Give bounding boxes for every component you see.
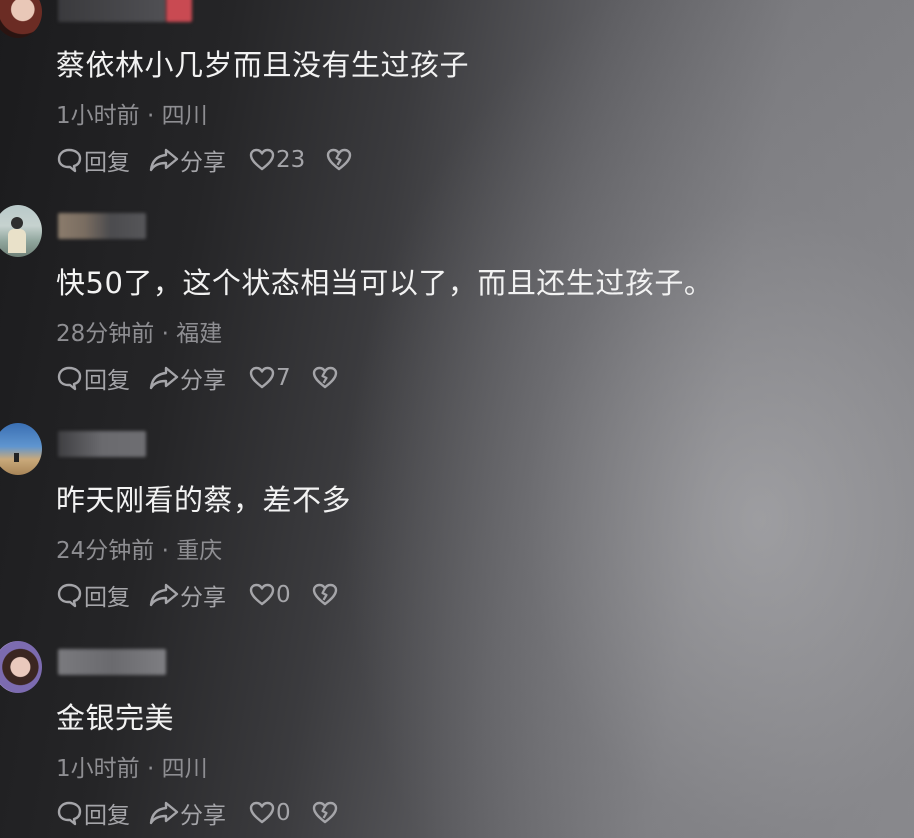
comment-meta: 28分钟前 · 福建 — [56, 314, 222, 348]
avatar[interactable] — [0, 423, 42, 475]
username-blurred[interactable] — [58, 431, 146, 457]
comment-item: 蔡依林小几岁而且没有生过孩子 1小时前 · 四川 回复 分享 23 — [0, 0, 914, 200]
comment-item: 金银完美 1小时前 · 四川 回复 分享 0 — [0, 636, 914, 836]
like-button[interactable]: 0 — [248, 800, 291, 826]
username-blurred[interactable] — [58, 649, 166, 675]
share-icon — [149, 801, 179, 825]
like-count: 0 — [276, 800, 291, 826]
reply-button[interactable]: 回复 — [56, 796, 130, 830]
like-count: 0 — [276, 582, 291, 608]
comment-text: 快50了，这个状态相当可以了，而且还生过孩子。 — [56, 266, 714, 300]
comment-meta: 24分钟前 · 重庆 — [56, 531, 222, 565]
meta-separator: · — [139, 756, 162, 782]
reply-button[interactable]: 回复 — [56, 578, 130, 612]
comment-time: 1小时前 — [56, 103, 140, 129]
broken-heart-icon — [312, 366, 337, 389]
share-label: 分享 — [180, 585, 226, 611]
comment-time: 28分钟前 — [56, 321, 155, 347]
reply-icon — [57, 366, 82, 391]
comment-time: 24分钟前 — [56, 538, 155, 564]
broken-heart-icon — [312, 583, 337, 606]
reply-icon — [57, 148, 82, 173]
comment-text: 昨天刚看的蔡，差不多 — [56, 483, 352, 517]
comment-actions: 回复 分享 7 — [56, 361, 339, 395]
share-button[interactable]: 分享 — [148, 361, 226, 395]
share-label: 分享 — [180, 368, 226, 394]
avatar[interactable] — [0, 641, 42, 693]
heart-icon — [249, 366, 275, 389]
share-label: 分享 — [180, 150, 226, 176]
share-icon — [149, 366, 179, 390]
dislike-button[interactable] — [325, 147, 353, 173]
meta-separator: · — [154, 321, 177, 347]
comment-location: 四川 — [161, 103, 208, 129]
comment-location: 重庆 — [176, 538, 223, 564]
username-blurred[interactable] — [58, 213, 146, 239]
avatar[interactable] — [0, 0, 42, 38]
dislike-button[interactable] — [311, 365, 339, 391]
dislike-button[interactable] — [311, 582, 339, 608]
reply-icon — [57, 801, 82, 826]
meta-separator: · — [154, 538, 177, 564]
reply-button[interactable]: 回复 — [56, 361, 130, 395]
meta-separator: · — [139, 103, 162, 129]
like-count: 7 — [276, 365, 291, 391]
comment-text: 金银完美 — [56, 701, 175, 735]
comment-item: 昨天刚看的蔡，差不多 24分钟前 · 重庆 回复 分享 0 — [0, 418, 914, 618]
heart-icon — [249, 801, 275, 824]
share-icon — [149, 148, 179, 172]
like-button[interactable]: 23 — [248, 147, 305, 173]
like-button[interactable]: 7 — [248, 365, 291, 391]
like-count: 23 — [276, 147, 306, 173]
comment-meta: 1小时前 · 四川 — [56, 749, 208, 783]
comment-location: 福建 — [176, 321, 223, 347]
comment-location: 四川 — [161, 756, 208, 782]
reply-label: 回复 — [84, 585, 130, 611]
heart-icon — [249, 583, 275, 606]
comment-actions: 回复 分享 23 — [56, 143, 353, 177]
reply-icon — [57, 583, 82, 608]
username-badge-blurred — [166, 0, 192, 22]
broken-heart-icon — [327, 148, 352, 171]
dislike-button[interactable] — [311, 800, 339, 826]
share-button[interactable]: 分享 — [148, 796, 226, 830]
heart-icon — [249, 148, 275, 171]
broken-heart-icon — [312, 801, 337, 824]
comment-actions: 回复 分享 0 — [56, 578, 339, 612]
comment-meta: 1小时前 · 四川 — [56, 96, 208, 130]
avatar[interactable] — [0, 205, 42, 257]
share-label: 分享 — [180, 803, 226, 829]
share-button[interactable]: 分享 — [148, 578, 226, 612]
username-blurred[interactable] — [58, 0, 166, 22]
share-icon — [149, 583, 179, 607]
comment-actions: 回复 分享 0 — [56, 796, 339, 830]
reply-label: 回复 — [84, 150, 130, 176]
share-button[interactable]: 分享 — [148, 143, 226, 177]
reply-button[interactable]: 回复 — [56, 143, 130, 177]
like-button[interactable]: 0 — [248, 582, 291, 608]
reply-label: 回复 — [84, 803, 130, 829]
comment-item: 快50了，这个状态相当可以了，而且还生过孩子。 28分钟前 · 福建 回复 分享… — [0, 200, 914, 400]
reply-label: 回复 — [84, 368, 130, 394]
comment-time: 1小时前 — [56, 756, 140, 782]
comment-text: 蔡依林小几岁而且没有生过孩子 — [56, 48, 470, 82]
